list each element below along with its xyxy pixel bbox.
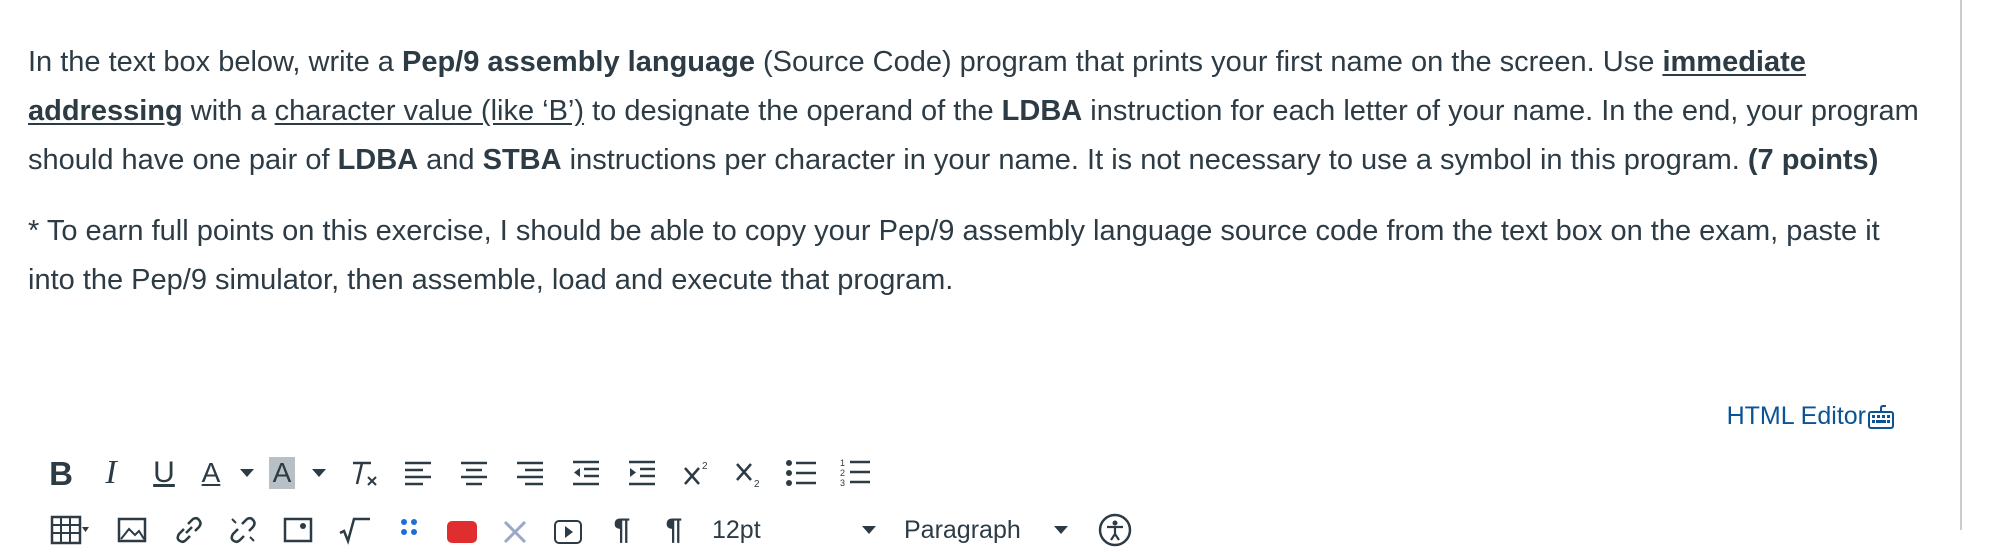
question-segment: In the text box below, write a	[28, 46, 402, 78]
question-segment: with a	[182, 95, 275, 127]
rtl-icon[interactable]: ¶	[648, 508, 700, 552]
question-segment: LDBA	[337, 144, 419, 176]
record-icon[interactable]	[540, 508, 596, 552]
media-icon[interactable]	[434, 508, 490, 552]
svg-text:2: 2	[840, 468, 845, 478]
font-size-select[interactable]: 12pt	[700, 508, 890, 552]
keyboard-icon	[1868, 404, 1894, 429]
ltr-icon[interactable]: ¶	[596, 508, 648, 552]
align-center-icon[interactable]	[446, 451, 502, 495]
question-segment: LDBA	[1001, 95, 1083, 127]
svg-text:3: 3	[840, 478, 845, 488]
question-paragraph-1: In the text box below, write a Pep/9 ass…	[28, 38, 1928, 185]
paragraph-select[interactable]: Paragraph	[890, 508, 1090, 552]
question-segment: Pep/9 assembly language	[401, 46, 755, 78]
question-segment: (Source Code) program that prints your f…	[754, 46, 1663, 78]
align-right-icon[interactable]	[502, 451, 558, 495]
font-size-value: 12pt	[712, 515, 761, 544]
indent-icon[interactable]	[614, 451, 670, 495]
question-segment: and	[418, 144, 483, 176]
outdent-icon[interactable]	[558, 451, 614, 495]
accessibility-icon[interactable]	[1090, 508, 1140, 552]
clear-formatting-icon[interactable]	[336, 451, 390, 495]
question-segment: to designate the operand of the	[584, 95, 1002, 127]
equation-icon[interactable]	[326, 508, 384, 552]
italic-icon[interactable]: I	[84, 451, 138, 495]
question-segment: instructions per character in your name.…	[561, 144, 1748, 176]
editor-toolbar-row-2: ¶ ¶ 12pt Paragraph	[38, 510, 1140, 550]
background-color-icon[interactable]: A	[262, 451, 302, 495]
html-editor-link[interactable]: HTML Editor	[1727, 402, 1894, 431]
text-color-dropdown[interactable]	[232, 451, 262, 495]
embed-image-icon[interactable]	[270, 508, 326, 552]
image-icon[interactable]	[102, 508, 162, 552]
svg-text:2: 2	[754, 479, 760, 488]
question-segment: (7 points)	[1747, 144, 1879, 176]
unlink-icon[interactable]	[216, 508, 270, 552]
svg-text:1: 1	[840, 458, 845, 468]
underline-icon[interactable]: U	[138, 451, 190, 495]
link-icon[interactable]	[162, 508, 216, 552]
text-color-icon[interactable]: A	[190, 451, 232, 495]
editor-toolbar-row-1: B I U A A 2 2 123	[38, 448, 882, 498]
right-border	[1960, 0, 1962, 530]
question-text: In the text box below, write a Pep/9 ass…	[28, 38, 1928, 327]
background-color-dropdown[interactable]	[302, 451, 336, 495]
bullet-list-icon[interactable]	[774, 451, 828, 495]
svg-text:2: 2	[702, 461, 708, 472]
question-paragraph-2: * To earn full points on this exercise, …	[28, 215, 1880, 296]
align-left-icon[interactable]	[390, 451, 446, 495]
numbered-list-icon[interactable]: 123	[828, 451, 882, 495]
table-icon[interactable]	[38, 508, 102, 552]
question-segment: STBA	[482, 144, 562, 176]
apps-icon[interactable]	[384, 508, 434, 552]
question-segment: character value (like ‘B’)	[274, 95, 585, 127]
subscript-icon[interactable]: 2	[722, 451, 774, 495]
superscript-icon[interactable]: 2	[670, 451, 722, 495]
bold-icon[interactable]: B	[38, 451, 84, 495]
block-format-value: Paragraph	[904, 515, 1021, 544]
html-editor-label: HTML Editor	[1726, 402, 1866, 430]
x-icon[interactable]	[490, 508, 540, 552]
